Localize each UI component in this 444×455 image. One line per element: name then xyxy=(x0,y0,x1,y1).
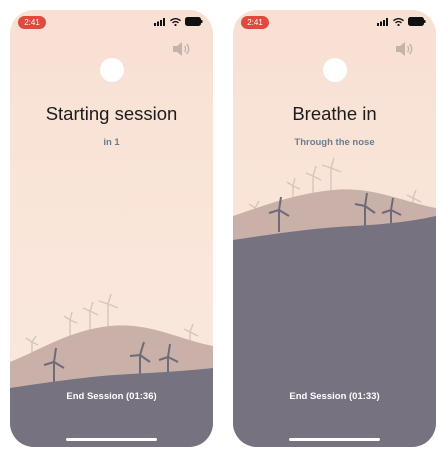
session-title: Breathe in xyxy=(292,103,377,124)
speaker-icon[interactable] xyxy=(394,40,414,58)
breathing-orb xyxy=(100,58,124,82)
phone-screen-starting-session: 2:41 Starting session in 1 End Session (… xyxy=(10,10,213,447)
cellular-signal-icon xyxy=(377,17,388,26)
status-time: 2:41 xyxy=(18,16,46,29)
battery-icon xyxy=(185,17,203,26)
breathing-orb xyxy=(323,58,347,82)
speaker-icon[interactable] xyxy=(171,40,191,58)
end-session-button[interactable]: End Session (01:36) xyxy=(10,391,213,402)
status-icons xyxy=(377,17,426,26)
wifi-icon xyxy=(393,17,404,26)
battery-icon xyxy=(408,17,426,26)
end-session-button[interactable]: End Session (01:33) xyxy=(233,391,436,402)
status-icons xyxy=(154,17,203,26)
session-subtitle: Through the nose xyxy=(294,137,375,148)
session-title: Starting session xyxy=(45,103,178,124)
session-subtitle: in 1 xyxy=(103,137,120,148)
home-indicator[interactable] xyxy=(66,438,157,441)
status-bar: 2:41 xyxy=(233,10,436,36)
cellular-signal-icon xyxy=(154,17,165,26)
home-indicator[interactable] xyxy=(289,438,380,441)
status-bar: 2:41 xyxy=(10,10,213,36)
near-hill xyxy=(233,216,436,447)
status-time: 2:41 xyxy=(241,16,269,29)
stage: 2:41 Starting session in 1 End Session (… xyxy=(0,0,444,455)
phone-screen-breathe-in: 2:41 Breathe in Through the nose End Ses… xyxy=(233,10,436,447)
wifi-icon xyxy=(170,17,181,26)
